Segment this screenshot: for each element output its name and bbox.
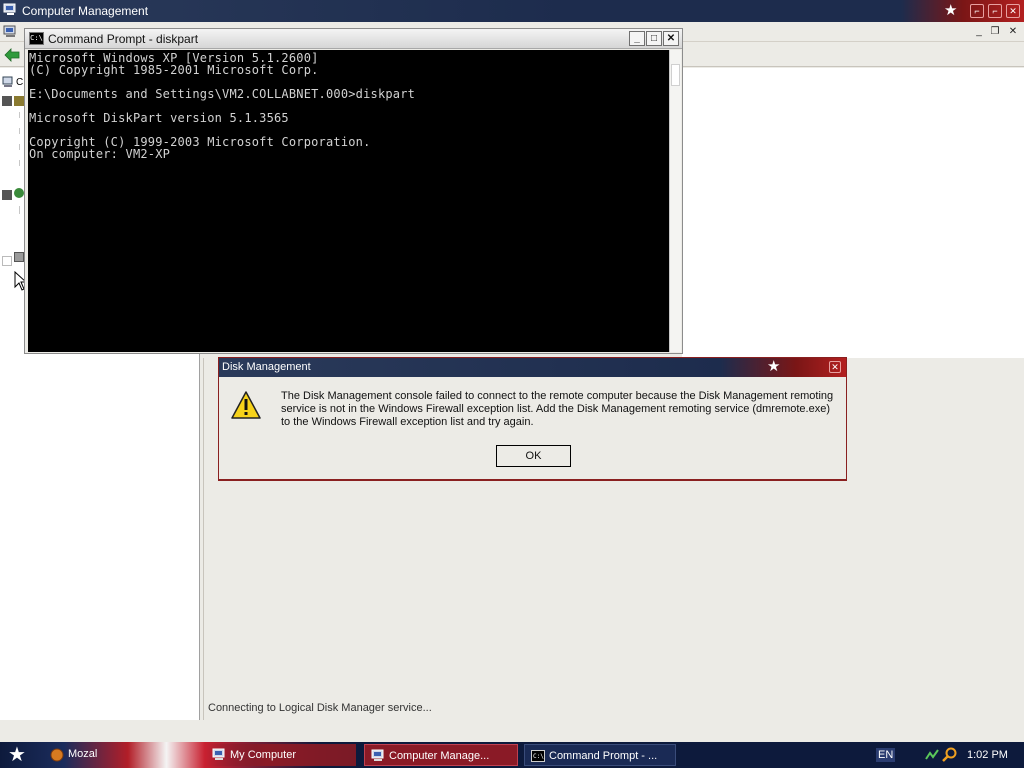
clock[interactable]: 1:02 PM: [967, 749, 1008, 761]
tree-connector: [19, 144, 20, 150]
command-prompt-window[interactable]: C:\ Command Prompt - diskpart _ □ ✕ Micr…: [24, 28, 683, 354]
star-icon: ★: [944, 2, 958, 19]
console-line: (C) Copyright 1985-2001 Microsoft Corp.: [29, 63, 319, 77]
cmd-close-button[interactable]: ✕: [663, 31, 679, 46]
child-minimize-button[interactable]: _: [972, 26, 986, 39]
main-window-title: Computer Management: [22, 4, 149, 18]
close-button[interactable]: ✕: [1006, 4, 1020, 18]
cmd-titlebar[interactable]: C:\ Command Prompt - diskpart _ □ ✕: [25, 29, 682, 49]
tree-connector: [19, 160, 20, 166]
cmd-vertical-scrollbar[interactable]: [669, 50, 681, 352]
status-bar-text: Connecting to Logical Disk Manager servi…: [208, 702, 432, 714]
console-line: E:\Documents and Settings\VM2.COLLABNET.…: [29, 87, 416, 101]
search-icon[interactable]: [942, 747, 958, 763]
network-icon[interactable]: [924, 747, 940, 763]
maximize-button[interactable]: ⌐: [988, 4, 1002, 18]
tree-connector: [19, 112, 20, 118]
svg-text:C:\: C:\: [533, 753, 544, 760]
child-close-button[interactable]: ✕: [1006, 26, 1020, 39]
computer-management-icon: [3, 3, 16, 15]
dialog-message: The Disk Management console failed to co…: [281, 390, 834, 428]
taskbar-item-label: Computer Manage...: [389, 750, 490, 762]
mmc-icon: [3, 25, 16, 37]
disk-management-dialog: Disk Management ★ ✕ The Disk Management …: [218, 357, 847, 481]
cmd-maximize-button[interactable]: □: [646, 31, 662, 46]
services-icon[interactable]: [14, 252, 24, 262]
cmd-minimize-button[interactable]: _: [629, 31, 645, 46]
taskbar-item-computer-management[interactable]: Computer Manage...: [364, 744, 518, 766]
dialog-titlebar[interactable]: Disk Management ★ ✕: [219, 358, 846, 377]
dialog-close-button[interactable]: ✕: [829, 361, 841, 373]
computer-management-node-icon[interactable]: [2, 76, 14, 88]
details-pane-upper: [682, 68, 1024, 358]
quick-launch-icon[interactable]: [50, 748, 64, 762]
cmd-scroll-thumb[interactable]: [671, 64, 680, 86]
start-button[interactable]: ★: [8, 744, 26, 766]
taskbar-item-label: Command Prompt - ...: [549, 750, 658, 762]
tree-expander[interactable]: [2, 96, 12, 106]
tree-root-label[interactable]: C: [16, 77, 23, 88]
tree-expander[interactable]: [2, 256, 12, 266]
taskbar-item-my-computer[interactable]: My Computer: [206, 744, 356, 766]
taskbar-item-command-prompt[interactable]: C:\ Command Prompt - ...: [524, 744, 676, 766]
language-indicator[interactable]: EN: [876, 748, 896, 762]
minimize-button[interactable]: ⌐: [970, 4, 984, 18]
dialog-bottom-border: [219, 479, 846, 481]
system-tray: EN 1:02 PM: [866, 742, 1024, 768]
child-restore-button[interactable]: ❐: [988, 26, 1002, 39]
star-icon: ★: [767, 358, 781, 375]
ok-button[interactable]: OK: [496, 445, 571, 467]
tree-connector: [19, 206, 20, 214]
command-prompt-icon: C:\: [29, 32, 44, 45]
main-titlebar[interactable]: Computer Management ★ ⌐ ⌐ ✕: [0, 0, 1024, 22]
pane-divider[interactable]: [203, 358, 204, 720]
taskbar: ★ Mozal My Computer Computer Manage... C…: [0, 742, 1024, 768]
warning-icon: [231, 391, 261, 419]
computer-management-icon: [371, 749, 384, 761]
storage-icon[interactable]: [14, 188, 24, 198]
console-line: Microsoft DiskPart version 5.1.3565: [29, 111, 289, 125]
command-prompt-icon: C:\: [531, 750, 545, 762]
back-arrow-icon[interactable]: [4, 48, 20, 62]
tree-connector: [19, 128, 20, 134]
tree-expander[interactable]: [2, 190, 12, 200]
taskbar-item-label: My Computer: [230, 749, 297, 761]
cmd-window-title: Command Prompt - diskpart: [48, 32, 199, 46]
console-line: On computer: VM2-XP: [29, 147, 171, 161]
console-output[interactable]: Microsoft Windows XP [Version 5.1.2600] …: [28, 50, 669, 352]
dialog-title: Disk Management: [222, 361, 311, 373]
partial-task-label[interactable]: Mozal: [68, 748, 97, 760]
my-computer-icon: [212, 748, 225, 760]
system-tools-icon[interactable]: [14, 96, 24, 106]
